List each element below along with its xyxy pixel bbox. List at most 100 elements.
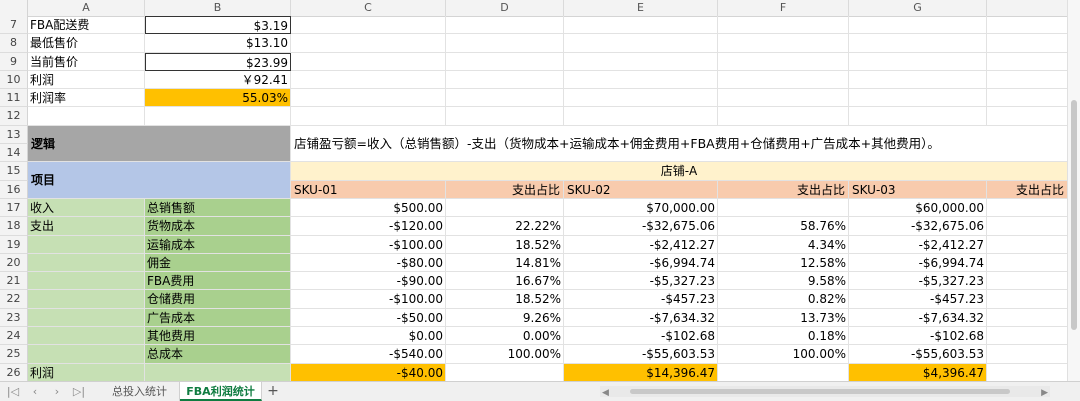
cell[interactable] bbox=[28, 107, 145, 126]
row-header[interactable]: 9 bbox=[0, 52, 28, 71]
cell-g20[interactable]: -$6,994.74 bbox=[849, 253, 987, 273]
cell[interactable] bbox=[446, 89, 564, 108]
cell[interactable] bbox=[291, 16, 446, 35]
row-header[interactable]: 25 bbox=[0, 345, 28, 364]
cell[interactable] bbox=[987, 253, 1068, 273]
cell-b18[interactable]: 货物成本 bbox=[145, 217, 291, 236]
cell[interactable] bbox=[718, 34, 849, 53]
cell-f18[interactable]: 58.76% bbox=[718, 217, 849, 236]
cell[interactable] bbox=[718, 107, 849, 126]
cell[interactable] bbox=[718, 52, 849, 71]
ratio-header-2[interactable]: 支出占比 bbox=[718, 180, 849, 199]
cell[interactable] bbox=[291, 52, 446, 71]
cell-f20[interactable]: 12.58% bbox=[718, 253, 849, 273]
cell-b22[interactable]: 仓储费用 bbox=[145, 290, 291, 309]
cell-f21[interactable]: 9.58% bbox=[718, 272, 849, 291]
cell-b25[interactable]: 总成本 bbox=[145, 345, 291, 364]
cell-b21[interactable]: FBA费用 bbox=[145, 272, 291, 291]
cell-e25[interactable]: -$55,603.53 bbox=[564, 345, 718, 364]
row-header[interactable]: 12 bbox=[0, 107, 28, 126]
cell-c21[interactable]: -$90.00 bbox=[291, 272, 446, 291]
sku-header-3[interactable]: SKU-03 bbox=[849, 180, 987, 199]
cell-e21[interactable]: -$5,327.23 bbox=[564, 272, 718, 291]
cell-b26[interactable] bbox=[145, 363, 291, 381]
cell[interactable] bbox=[987, 70, 1068, 90]
row-header[interactable]: 21 bbox=[0, 272, 28, 291]
sku-header-2[interactable]: SKU-02 bbox=[564, 180, 718, 199]
cell-a10[interactable]: 利润 bbox=[28, 70, 145, 90]
spreadsheet-grid[interactable]: A B C D E F G 7 FBA配送费 $3.19 8 最低售价 $13.… bbox=[0, 0, 1068, 381]
cell-f23[interactable]: 13.73% bbox=[718, 308, 849, 328]
scroll-right-icon[interactable]: ▶ bbox=[1041, 388, 1048, 398]
sku-header-1[interactable]: SKU-01 bbox=[291, 180, 446, 199]
tab-fba-profit[interactable]: FBA利润统计 bbox=[180, 382, 262, 401]
cell-a19[interactable] bbox=[28, 235, 145, 254]
row-header[interactable]: 14 bbox=[0, 144, 28, 163]
row-header[interactable]: 11 bbox=[0, 89, 28, 108]
cell-b10[interactable]: ￥92.41 bbox=[145, 70, 291, 90]
cell[interactable] bbox=[987, 272, 1068, 291]
column-header-c[interactable]: C bbox=[291, 0, 446, 16]
cell[interactable] bbox=[291, 70, 446, 90]
row-header[interactable]: 24 bbox=[0, 327, 28, 346]
last-sheet-icon[interactable]: ▷| bbox=[70, 383, 88, 400]
column-header-h[interactable] bbox=[987, 0, 1068, 16]
cell-g23[interactable]: -$7,634.32 bbox=[849, 308, 987, 328]
cell[interactable] bbox=[564, 89, 718, 108]
cell[interactable] bbox=[849, 16, 987, 35]
cell-b9[interactable]: $23.99 bbox=[145, 52, 291, 71]
cell-a11[interactable]: 利润率 bbox=[28, 89, 145, 108]
cell-a17[interactable]: 收入 bbox=[28, 198, 145, 218]
column-header-b[interactable]: B bbox=[145, 0, 291, 16]
profit-sku2[interactable]: $14,396.47 bbox=[564, 363, 718, 381]
cell-c20[interactable]: -$80.00 bbox=[291, 253, 446, 273]
cell[interactable] bbox=[987, 198, 1068, 218]
row-header[interactable]: 13 bbox=[0, 125, 28, 145]
cell-d17[interactable] bbox=[446, 198, 564, 218]
column-header-f[interactable]: F bbox=[718, 0, 849, 16]
row-header[interactable]: 20 bbox=[0, 253, 28, 273]
cell-c17[interactable]: $500.00 bbox=[291, 198, 446, 218]
cell[interactable] bbox=[987, 107, 1068, 126]
cell-a23[interactable] bbox=[28, 308, 145, 328]
row-header[interactable]: 16 bbox=[0, 180, 28, 199]
cell-b7[interactable]: $3.19 bbox=[145, 16, 291, 35]
cell-g25[interactable]: -$55,603.53 bbox=[849, 345, 987, 364]
store-header-cell[interactable]: 店铺-A bbox=[291, 162, 1068, 181]
ratio-header-3[interactable]: 支出占比 bbox=[987, 180, 1068, 199]
row-header[interactable]: 15 bbox=[0, 162, 28, 181]
logic-formula-cell[interactable]: 店铺盈亏额=收入（总销售额）-支出（货物成本+运输成本+佣金费用+FBA费用+仓… bbox=[291, 125, 1068, 163]
column-header-e[interactable]: E bbox=[564, 0, 718, 16]
cell-d25[interactable]: 100.00% bbox=[446, 345, 564, 364]
row-header[interactable]: 10 bbox=[0, 70, 28, 90]
cell-a20[interactable] bbox=[28, 253, 145, 273]
cell-c24[interactable]: $0.00 bbox=[291, 327, 446, 346]
cell[interactable] bbox=[987, 52, 1068, 71]
add-sheet-icon[interactable]: + bbox=[264, 383, 282, 400]
cell[interactable] bbox=[718, 16, 849, 35]
ratio-header-1[interactable]: 支出占比 bbox=[446, 180, 564, 199]
horizontal-scrollbar[interactable]: ◀ ▶ bbox=[600, 386, 1050, 398]
cell[interactable] bbox=[718, 363, 849, 381]
profit-sku1[interactable]: -$40.00 bbox=[291, 363, 446, 381]
row-header[interactable]: 26 bbox=[0, 363, 28, 381]
cell-d20[interactable]: 14.81% bbox=[446, 253, 564, 273]
cell[interactable] bbox=[987, 308, 1068, 328]
cell-g22[interactable]: -$457.23 bbox=[849, 290, 987, 309]
cell[interactable] bbox=[987, 16, 1068, 35]
cell-c18[interactable]: -$120.00 bbox=[291, 217, 446, 236]
cell-b8[interactable]: $13.10 bbox=[145, 34, 291, 53]
cell-g24[interactable]: -$102.68 bbox=[849, 327, 987, 346]
row-header[interactable]: 23 bbox=[0, 308, 28, 328]
row-header[interactable]: 19 bbox=[0, 235, 28, 254]
cell-d18[interactable]: 22.22% bbox=[446, 217, 564, 236]
cell-b19[interactable]: 运输成本 bbox=[145, 235, 291, 254]
cell[interactable] bbox=[564, 107, 718, 126]
row-header[interactable]: 8 bbox=[0, 34, 28, 53]
cell-c23[interactable]: -$50.00 bbox=[291, 308, 446, 328]
cell[interactable] bbox=[987, 290, 1068, 309]
cell-g19[interactable]: -$2,412.27 bbox=[849, 235, 987, 254]
first-sheet-icon[interactable]: |◁ bbox=[4, 383, 22, 400]
cell-e17[interactable]: $70,000.00 bbox=[564, 198, 718, 218]
cell[interactable] bbox=[446, 34, 564, 53]
